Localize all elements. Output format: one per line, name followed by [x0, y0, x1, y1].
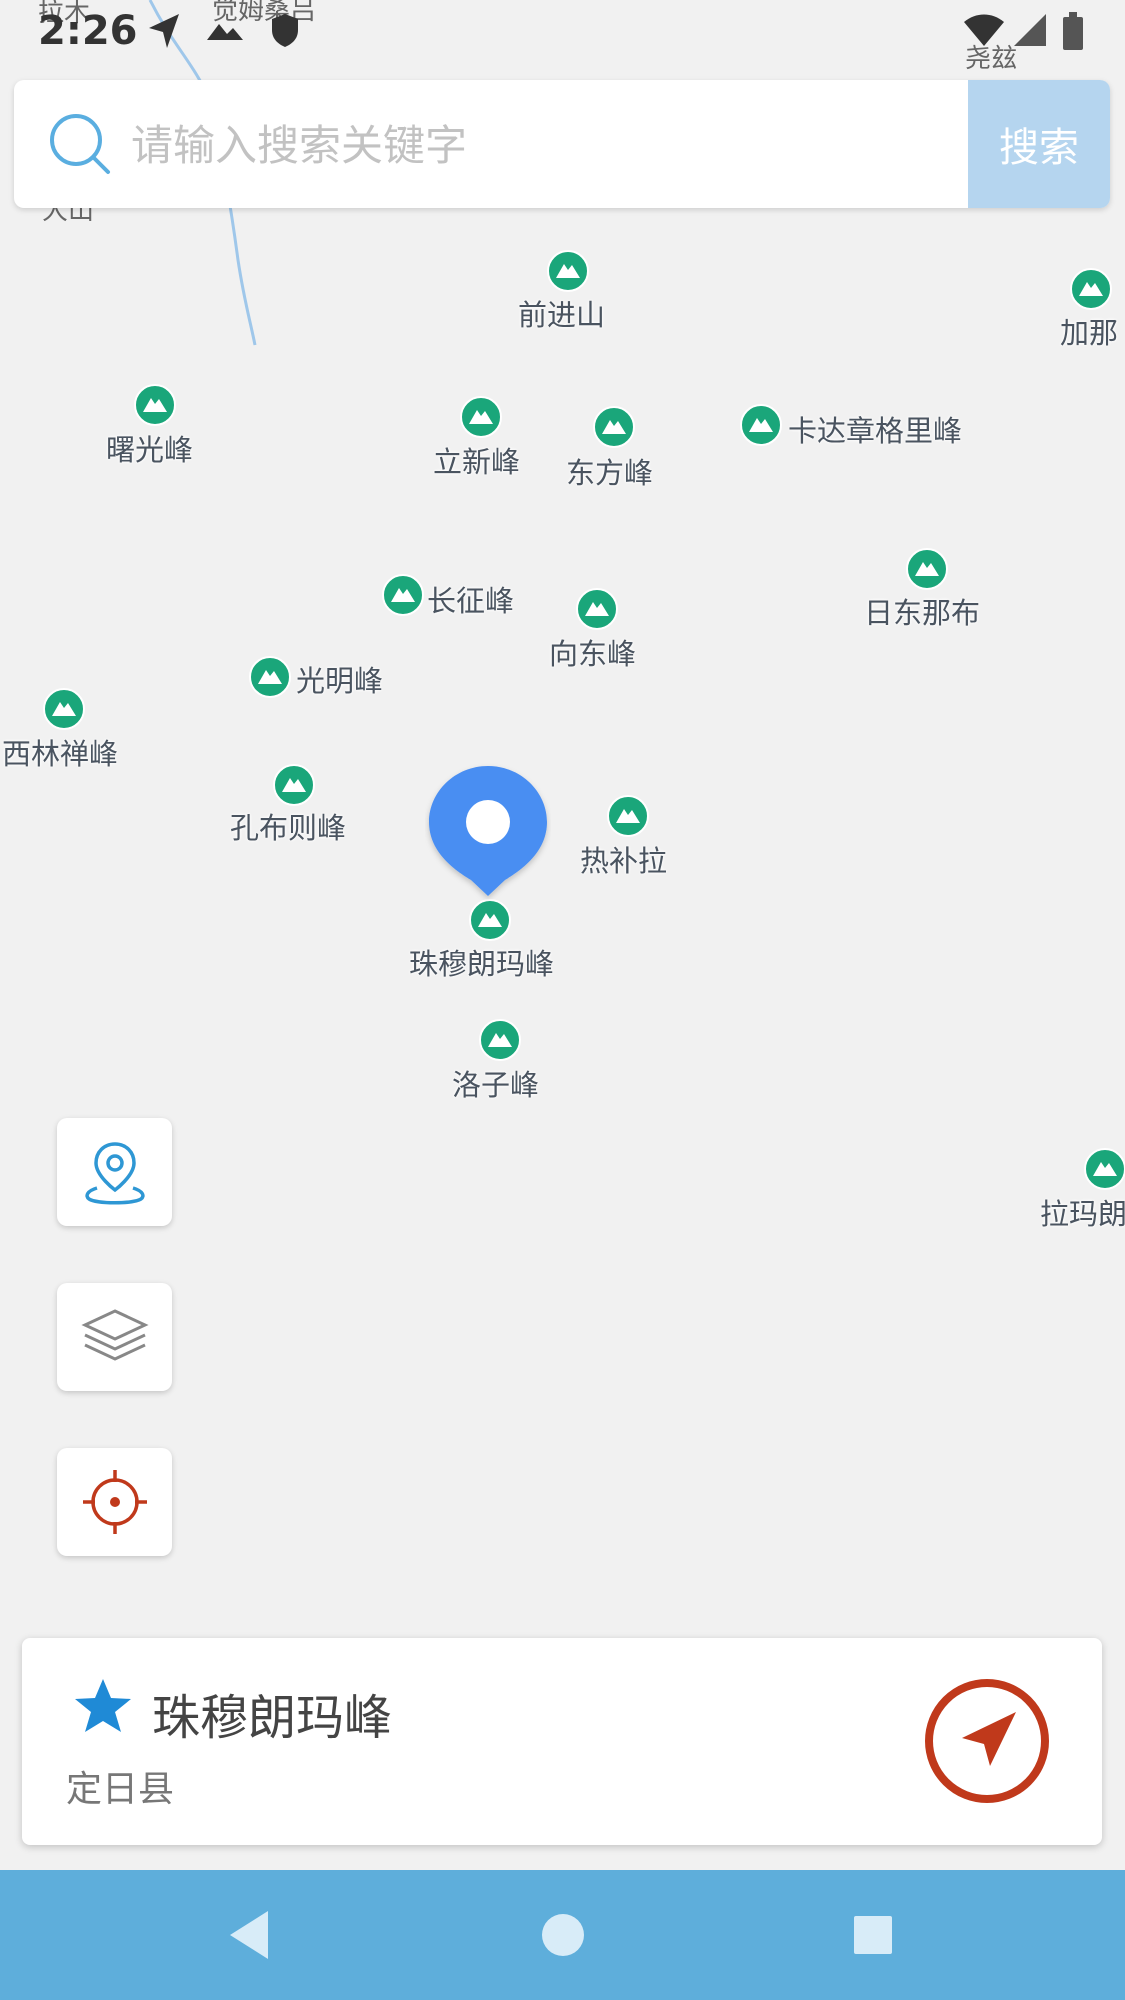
locate-me-button[interactable] [57, 1448, 172, 1556]
mountain-peak-icon[interactable] [576, 588, 618, 630]
signal-icon [1014, 14, 1046, 46]
recents-button[interactable] [840, 1902, 906, 1968]
mountain-icon [207, 24, 243, 40]
peak-label[interactable]: 光明峰 [296, 658, 383, 700]
mountain-peak-icon[interactable] [249, 656, 291, 698]
peak-label[interactable]: 日东那布 [864, 590, 980, 632]
mountain-peak-icon[interactable] [607, 795, 649, 837]
search-button[interactable]: 搜索 [968, 80, 1110, 208]
peak-label[interactable]: 热补拉 [580, 838, 667, 880]
peak-label[interactable]: 长征峰 [427, 578, 514, 620]
peak-label[interactable]: 东方峰 [566, 450, 653, 492]
place-region: 定日县 [66, 1769, 175, 1810]
peak-label[interactable]: 珠穆朗玛峰 [409, 941, 554, 983]
place-info-card[interactable]: 珠穆朗玛峰 定日县 [22, 1638, 1102, 1845]
mountain-peak-icon[interactable] [43, 688, 85, 730]
status-bar: 2:26 [0, 0, 1125, 70]
star-icon[interactable] [72, 1676, 134, 1736]
search-input[interactable] [129, 80, 973, 208]
back-triangle-icon [230, 1911, 268, 1959]
peak-label[interactable]: 加那 [1060, 310, 1118, 352]
layers-button[interactable] [57, 1283, 172, 1391]
peak-label[interactable]: 拉玛朗 [1040, 1191, 1125, 1233]
wifi-icon [964, 14, 1004, 46]
search-bar: 搜索 [14, 80, 1110, 208]
recents-square-icon [854, 1916, 892, 1954]
peak-label[interactable]: 立新峰 [433, 439, 520, 481]
system-nav-bar [0, 1870, 1125, 2000]
mountain-peak-icon[interactable] [273, 764, 315, 806]
peak-label[interactable]: 孔布则峰 [230, 805, 346, 847]
search-icon [50, 114, 110, 174]
mountain-peak-icon[interactable] [1084, 1148, 1125, 1190]
mountain-peak-icon[interactable] [469, 899, 511, 941]
crosshair-icon [82, 1470, 147, 1534]
location-pin-icon[interactable] [425, 762, 551, 902]
mountain-peak-icon[interactable] [382, 574, 424, 616]
mountain-peak-icon[interactable] [460, 396, 502, 438]
peak-label[interactable]: 向东峰 [549, 631, 636, 673]
navigate-arrow-icon[interactable] [922, 1676, 1052, 1806]
mountain-peak-icon[interactable] [593, 406, 635, 448]
peak-label[interactable]: 曙光峰 [106, 427, 193, 469]
mountain-peak-icon[interactable] [479, 1019, 521, 1061]
mountain-peak-icon[interactable] [740, 404, 782, 446]
home-circle-icon [542, 1914, 584, 1956]
navigation-icon [149, 14, 179, 48]
mountain-peak-icon[interactable] [1070, 268, 1112, 310]
place-name: 珠穆朗玛峰 [152, 1690, 393, 1746]
peak-label[interactable]: 前进山 [518, 292, 605, 334]
mountain-peak-icon[interactable] [134, 384, 176, 426]
battery-icon [1063, 12, 1083, 50]
location-marker-icon [84, 1142, 145, 1205]
peak-label[interactable]: 洛子峰 [452, 1062, 539, 1104]
home-button[interactable] [530, 1902, 596, 1968]
mountain-peak-icon[interactable] [547, 250, 589, 292]
location-pin-button[interactable] [57, 1118, 172, 1226]
back-button[interactable] [216, 1902, 282, 1968]
peak-label[interactable]: 西林禅峰 [2, 731, 118, 773]
peak-label[interactable]: 卡达章格里峰 [788, 408, 962, 450]
layers-icon [80, 1309, 149, 1361]
shield-icon [272, 14, 298, 47]
mountain-peak-icon[interactable] [906, 548, 948, 590]
status-time: 2:26 [38, 8, 138, 54]
